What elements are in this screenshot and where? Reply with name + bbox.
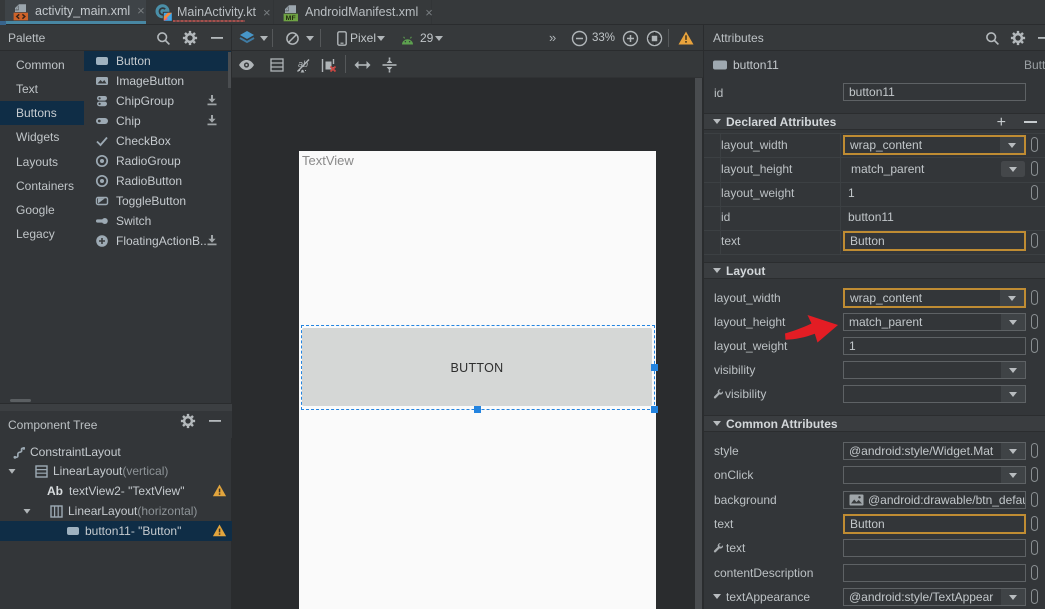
svg-text:ab: ab [298,59,308,69]
svg-text:MF: MF [286,15,296,22]
